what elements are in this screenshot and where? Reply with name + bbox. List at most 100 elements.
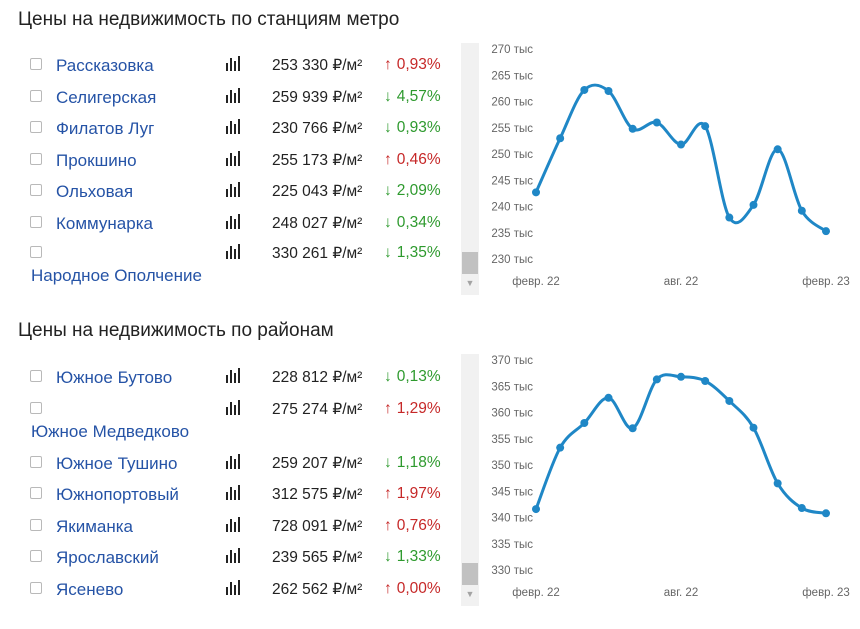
item-name-link[interactable]: Селигерская — [56, 88, 156, 108]
data-point[interactable] — [604, 393, 613, 402]
section-title: Цены на недвижимость по станциям метро — [18, 9, 400, 30]
checkbox[interactable] — [30, 58, 42, 70]
price-value: 248 027 ₽/м² — [272, 215, 363, 232]
data-point[interactable] — [628, 124, 637, 133]
bar-chart-icon[interactable] — [225, 243, 241, 259]
item-name-link[interactable]: Ярославский — [56, 548, 159, 568]
y-tick-label: 360 тыс — [491, 408, 533, 420]
data-point[interactable] — [677, 372, 685, 381]
checkbox[interactable] — [30, 519, 42, 531]
item-name-link[interactable]: Прокшино — [56, 151, 137, 171]
checkbox[interactable] — [30, 90, 42, 102]
change-value: ↑ 0,46% — [384, 151, 441, 169]
data-point[interactable] — [701, 377, 710, 385]
checkbox[interactable] — [30, 402, 42, 414]
change-percent: 4,57% — [396, 88, 441, 105]
bar-chart-icon[interactable] — [225, 118, 241, 134]
bar-chart-icon[interactable] — [225, 367, 241, 383]
data-point[interactable] — [797, 206, 806, 215]
checkbox[interactable] — [30, 246, 42, 258]
bar-chart-icon[interactable] — [225, 484, 241, 500]
data-point[interactable] — [628, 424, 637, 433]
scroll-down-icon[interactable]: ▼ — [461, 277, 479, 289]
change-percent: 0,00% — [396, 580, 441, 597]
checkbox[interactable] — [30, 216, 42, 228]
list-item: Южное Тушино 259 207 ₽/м² ↓ 1,18% — [0, 453, 460, 478]
change-percent: 1,18% — [396, 454, 441, 471]
bar-chart-icon[interactable] — [225, 150, 241, 166]
scrollbar-thumb[interactable] — [462, 252, 478, 274]
change-percent: 1,97% — [396, 485, 441, 502]
item-name-link[interactable]: Южнопортовый — [56, 485, 179, 505]
checkbox[interactable] — [30, 153, 42, 165]
checkbox[interactable] — [30, 582, 42, 594]
scrollbar[interactable]: ▼ — [461, 43, 479, 295]
y-tick-label: 230 тыс — [491, 254, 533, 266]
data-point[interactable] — [556, 443, 565, 452]
metro-section: Цены на недвижимость по станциям метро Р… — [0, 0, 860, 300]
item-name-link[interactable]: Ольховая — [56, 182, 133, 202]
price-value: 259 207 ₽/м² — [272, 455, 363, 472]
price-value: 255 173 ₽/м² — [272, 152, 363, 169]
scrollbar-thumb[interactable] — [462, 563, 478, 585]
data-point[interactable] — [532, 505, 540, 514]
item-name-link[interactable]: Народное Ополчение — [31, 266, 202, 286]
item-name-link[interactable]: Южное Бутово — [56, 368, 172, 388]
bar-chart-icon[interactable] — [225, 399, 241, 415]
scroll-down-icon[interactable]: ▼ — [461, 588, 479, 600]
checkbox[interactable] — [30, 121, 42, 133]
item-name-link[interactable]: Южное Медведково — [31, 422, 189, 442]
bar-chart-icon[interactable] — [225, 516, 241, 532]
checkbox[interactable] — [30, 370, 42, 382]
y-tick-label: 250 тыс — [491, 149, 533, 161]
data-point[interactable] — [797, 504, 806, 513]
data-point[interactable] — [701, 122, 710, 131]
change-value: ↓ 0,93% — [384, 119, 441, 137]
item-name-link[interactable]: Южное Тушино — [56, 454, 177, 474]
data-point[interactable] — [749, 423, 758, 432]
data-point[interactable] — [725, 213, 734, 222]
x-tick-label: февр. 22 — [512, 276, 560, 288]
data-point[interactable] — [725, 396, 734, 405]
item-name-link[interactable]: Филатов Луг — [56, 119, 154, 139]
item-name-link[interactable]: Рассказовка — [56, 56, 154, 76]
arrow-down-icon: ↓ — [384, 88, 392, 105]
scrollbar[interactable]: ▼ — [461, 354, 479, 606]
bar-chart-icon[interactable] — [225, 213, 241, 229]
checkbox[interactable] — [30, 487, 42, 499]
data-point[interactable] — [822, 227, 830, 236]
data-point[interactable] — [749, 200, 758, 209]
data-point[interactable] — [652, 118, 661, 127]
checkbox[interactable] — [30, 184, 42, 196]
data-point[interactable] — [532, 188, 540, 197]
bar-chart-icon[interactable] — [225, 181, 241, 197]
data-point[interactable] — [652, 375, 661, 384]
data-point[interactable] — [604, 87, 613, 95]
bar-chart-icon[interactable] — [225, 453, 241, 469]
arrow-up-icon: ↑ — [384, 485, 392, 502]
district-price-chart: 330 тыс 335 тыс 340 тыс 345 тыс 350 тыс 355 т… — [491, 355, 849, 599]
bar-chart-icon[interactable] — [225, 579, 241, 595]
item-name-link[interactable]: Якиманка — [56, 517, 133, 537]
change-value: ↑ 0,93% — [384, 56, 441, 74]
checkbox[interactable] — [30, 550, 42, 562]
list-item: Южное Бутово 228 812 ₽/м² ↓ 0,13% — [0, 367, 460, 392]
x-tick-label: февр. 23 — [802, 276, 850, 288]
data-point[interactable] — [677, 140, 685, 149]
data-point[interactable] — [822, 509, 830, 518]
data-point[interactable] — [556, 134, 565, 143]
checkbox[interactable] — [30, 456, 42, 468]
data-point[interactable] — [773, 479, 782, 488]
data-point[interactable] — [773, 145, 782, 154]
item-name-link[interactable]: Коммунарка — [56, 214, 153, 234]
change-percent: 0,93% — [396, 119, 441, 136]
bar-chart-icon[interactable] — [225, 547, 241, 563]
list-item: Ольховая 225 043 ₽/м² ↓ 2,09% — [0, 181, 460, 206]
bar-chart-icon[interactable] — [225, 55, 241, 71]
bar-chart-icon[interactable] — [225, 87, 241, 103]
arrow-down-icon: ↓ — [384, 214, 392, 231]
item-name-link[interactable]: Ясенево — [56, 580, 123, 600]
data-point[interactable] — [580, 419, 589, 427]
arrow-down-icon: ↓ — [384, 548, 392, 565]
data-point[interactable] — [580, 85, 589, 94]
